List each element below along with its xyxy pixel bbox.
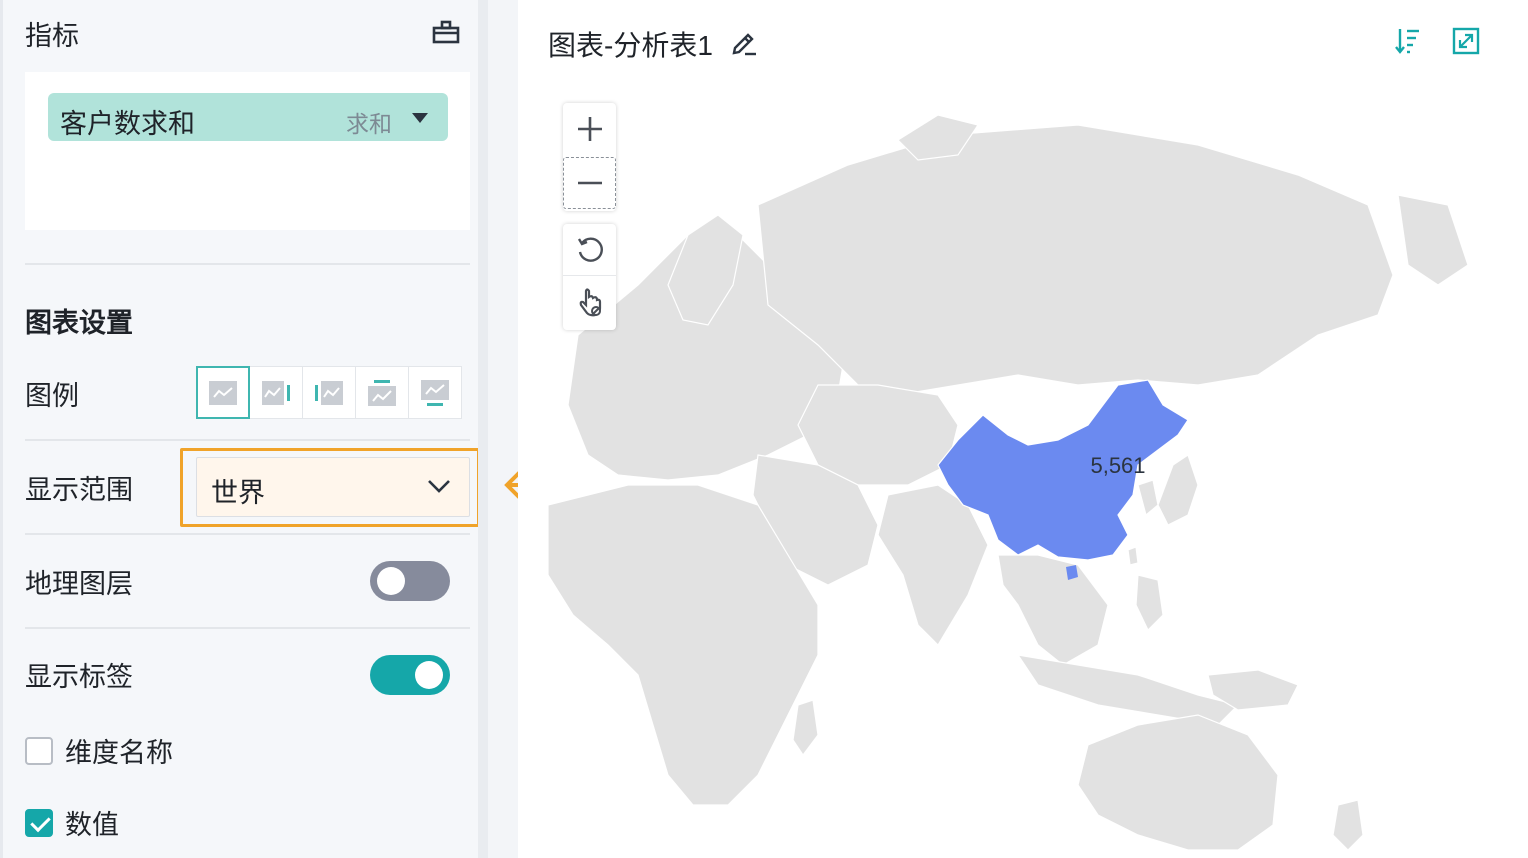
region-russia [757, 124, 1394, 396]
divider [25, 533, 470, 535]
sort-icon[interactable] [1394, 26, 1422, 56]
chart-title: 图表-分析表1 [548, 30, 713, 61]
divider [25, 439, 470, 441]
region-japan [1157, 454, 1199, 526]
legend-option-top[interactable] [355, 366, 409, 419]
pointer-select-button[interactable] [563, 277, 616, 329]
dimension-name-label: 维度名称 [65, 738, 173, 768]
metric-aggregation[interactable]: 求和 [346, 105, 392, 139]
chevron-down-icon [428, 480, 450, 493]
value-label: 数值 [65, 810, 119, 840]
display-range-select[interactable]: 世界 [196, 457, 470, 517]
legend-label: 图例 [25, 381, 79, 411]
show-labels-label: 显示标签 [25, 662, 133, 692]
dimension-name-checkbox[interactable] [25, 736, 53, 765]
toggle-knob [377, 567, 405, 595]
show-labels-toggle[interactable] [370, 655, 450, 695]
region-philippines [1135, 574, 1164, 632]
legend-left-icon [315, 380, 343, 405]
legend-position-group [196, 366, 469, 419]
zoom-out-button[interactable] [563, 157, 616, 209]
tray-icon[interactable] [431, 18, 461, 46]
metric-section-title: 指标 [25, 21, 79, 51]
divider [25, 263, 470, 265]
zoom-in-icon [577, 117, 602, 141]
legend-option-none[interactable] [196, 366, 250, 419]
dimension-name-option[interactable]: 维度名称 [25, 731, 173, 770]
expand-icon[interactable] [1452, 27, 1480, 55]
region-indonesia [1016, 654, 1240, 726]
legend-option-bottom[interactable] [408, 366, 462, 419]
map-tools [563, 224, 616, 330]
world-map[interactable]: 5,561 [518, 85, 1528, 858]
region-australia [1077, 714, 1279, 851]
legend-top-icon [368, 379, 396, 406]
legend-right-icon [262, 380, 290, 405]
region-southeast-asia [997, 554, 1109, 666]
region-taiwan [1127, 546, 1139, 566]
map-data-label: 5,561 [1090, 453, 1145, 478]
display-range-value: 世界 [211, 478, 265, 508]
toggle-knob [415, 661, 443, 689]
metric-drop-zone[interactable]: 客户数求和 求和 [25, 72, 470, 230]
legend-option-left[interactable] [302, 366, 356, 419]
legend-option-right[interactable] [249, 366, 303, 419]
panel-splitter[interactable] [478, 0, 488, 858]
reset-view-button[interactable] [563, 224, 616, 276]
geo-layer-label: 地理图层 [25, 569, 133, 599]
zoom-out-icon [577, 181, 602, 185]
edit-icon[interactable] [730, 28, 758, 56]
display-range-label: 显示范围 [25, 475, 133, 505]
reset-icon [577, 236, 603, 262]
geo-layer-toggle[interactable] [370, 561, 450, 601]
legend-bottom-icon [421, 379, 449, 406]
pointer-icon [579, 288, 601, 317]
zoom-in-button[interactable] [563, 103, 616, 155]
caret-down-icon[interactable] [412, 113, 428, 123]
zoom-controls [563, 103, 616, 211]
chart-panel: 图表-分析表1 5,561 [518, 0, 1528, 858]
panel-gap [488, 0, 518, 858]
divider [25, 627, 470, 629]
region-alaska [1397, 194, 1469, 286]
value-checkbox[interactable] [25, 808, 53, 837]
region-madagascar [792, 699, 819, 757]
metric-field-name: 客户数求和 [60, 109, 195, 139]
region-new-zealand [1332, 799, 1364, 851]
chart-settings-title: 图表设置 [25, 308, 133, 338]
legend-none-icon [209, 380, 237, 405]
region-korea [1137, 479, 1159, 517]
settings-panel: 指标 客户数求和 求和 图表设置 图例 显示范围 世界 地理图层 显示标签 维度… [0, 0, 480, 858]
value-option[interactable]: 数值 [25, 803, 119, 842]
metric-field-pill[interactable]: 客户数求和 求和 [48, 93, 448, 141]
